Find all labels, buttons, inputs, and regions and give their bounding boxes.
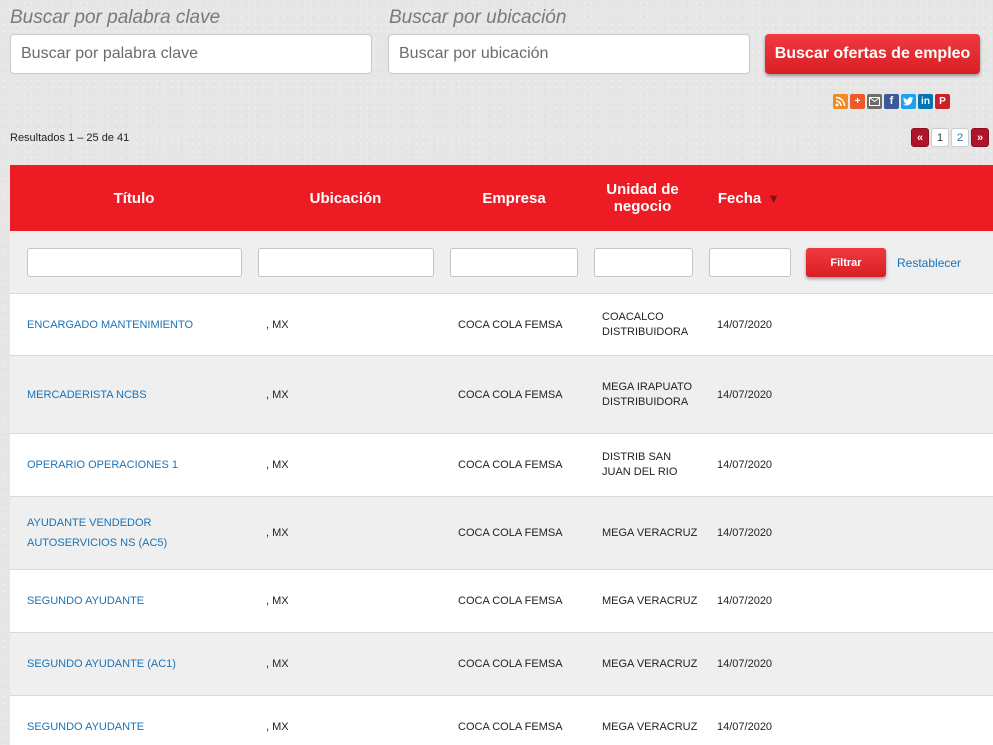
job-date: 14/07/2020 [717, 658, 773, 670]
email-icon[interactable] [867, 94, 882, 109]
next-page-button[interactable]: » [971, 128, 989, 147]
job-date: 14/07/2020 [717, 721, 773, 733]
pagination: « 1 2 » [911, 128, 989, 147]
job-business-unit: MEGA VERACRUZ [602, 594, 698, 607]
job-company: COCA COLA FEMSA [458, 658, 563, 670]
page-2-button[interactable]: 2 [951, 128, 969, 147]
facebook-icon[interactable]: f [884, 94, 899, 109]
job-business-unit: MEGA VERACRUZ [602, 657, 698, 670]
date-filter-input[interactable] [709, 248, 791, 277]
location-search-label: Buscar por ubicación [389, 7, 567, 28]
job-business-unit: MEGA VERACRUZ [602, 720, 698, 733]
job-location: , MX [266, 721, 289, 733]
filter-row: Filtrar Restablecer [10, 231, 993, 294]
results-count: Resultados 1 – 25 de 41 [10, 132, 130, 144]
keyword-search-label: Buscar por palabra clave [10, 7, 221, 28]
pinterest-icon[interactable]: P [935, 94, 950, 109]
sort-desc-icon: ▼ [767, 190, 781, 206]
search-jobs-button[interactable]: Buscar ofertas de empleo [765, 34, 980, 74]
job-title-link[interactable]: SEGUNDO AYUDANTE [27, 696, 242, 745]
job-location: , MX [266, 318, 289, 331]
job-title-link[interactable]: SEGUNDO AYUDANTE [27, 570, 242, 632]
job-date: 14/07/2020 [717, 595, 773, 607]
location-filter-input[interactable] [258, 248, 434, 277]
header-date[interactable]: Fecha ▼ [709, 165, 789, 231]
header-company[interactable]: Empresa [450, 165, 578, 231]
table-row[interactable]: ENCARGADO MANTENIMIENTO , MX COCA COLA FEM… [10, 294, 993, 356]
jobs-table: Título Ubicación Empresa Unidad de negoc… [10, 165, 993, 745]
table-row[interactable]: SEGUNDO AYUDANTE (AC1) , MX COCA COLA FEMS… [10, 633, 993, 696]
business-unit-filter-input[interactable] [594, 248, 693, 277]
share-icons: + f in P [833, 94, 950, 109]
filter-button[interactable]: Filtrar [806, 248, 886, 277]
job-date: 14/07/2020 [717, 459, 773, 471]
job-location: , MX [266, 388, 289, 401]
table-row[interactable]: AYUDANTE VENDEDOR AUTOSERVICIOS NS (AC5)… [10, 497, 993, 570]
job-location: , MX [266, 658, 289, 670]
page-1-button[interactable]: 1 [931, 128, 949, 147]
location-search-input[interactable] [388, 34, 750, 74]
job-company: COCA COLA FEMSA [458, 459, 563, 471]
job-company: COCA COLA FEMSA [458, 721, 563, 733]
header-title[interactable]: Título [10, 165, 258, 231]
job-date: 14/07/2020 [717, 527, 773, 539]
job-location: , MX [266, 527, 289, 539]
header-location[interactable]: Ubicación [258, 165, 433, 231]
job-business-unit: DISTRIB SAN JUAN DEL RIO [602, 451, 678, 478]
job-business-unit: MEGA IRAPUATO DISTRIBUIDORA [602, 380, 693, 408]
table-header: Título Ubicación Empresa Unidad de negoc… [10, 165, 993, 231]
job-company: COCA COLA FEMSA [458, 595, 563, 607]
linkedin-icon[interactable]: in [918, 94, 933, 109]
plus-icon[interactable]: + [850, 94, 865, 109]
job-business-unit: MEGA VERACRUZ [602, 526, 698, 539]
table-row[interactable]: OPERARIO OPERACIONES 1 , MX COCA COLA FEMS… [10, 434, 993, 497]
table-row[interactable]: MERCADERISTA NCBS , MX COCA COLA FEMSA MEGA… [10, 356, 993, 434]
job-title-link[interactable]: MERCADERISTA NCBS [27, 356, 242, 433]
job-company: COCA COLA FEMSA [458, 318, 563, 331]
job-title-link[interactable]: ENCARGADO MANTENIMIENTO [27, 294, 242, 355]
rss-icon[interactable] [833, 94, 848, 109]
table-row[interactable]: SEGUNDO AYUDANTE , MX COCA COLA FEMSA MEGA … [10, 570, 993, 633]
reset-link[interactable]: Restablecer [897, 256, 961, 270]
job-business-unit: COACALCO DISTRIBUIDORA [602, 310, 689, 338]
job-location: , MX [266, 459, 289, 471]
prev-page-button[interactable]: « [911, 128, 929, 147]
job-location: , MX [266, 595, 289, 607]
job-date: 14/07/2020 [717, 388, 773, 401]
job-title-link[interactable]: OPERARIO OPERACIONES 1 [27, 434, 242, 496]
job-company: COCA COLA FEMSA [458, 388, 563, 401]
job-title-link[interactable]: SEGUNDO AYUDANTE (AC1) [27, 633, 242, 695]
table-row[interactable]: SEGUNDO AYUDANTE , MX COCA COLA FEMSA MEGA … [10, 696, 993, 745]
job-date: 14/07/2020 [717, 318, 773, 331]
title-filter-input[interactable] [27, 248, 242, 277]
twitter-icon[interactable] [901, 94, 916, 109]
keyword-search-input[interactable] [10, 34, 372, 74]
job-title-link[interactable]: AYUDANTE VENDEDOR AUTOSERVICIOS NS (AC5) [27, 497, 242, 569]
header-date-label: Fecha [717, 189, 762, 207]
header-business-unit[interactable]: Unidad de negocio [595, 165, 690, 231]
company-filter-input[interactable] [450, 248, 578, 277]
job-company: COCA COLA FEMSA [458, 527, 563, 539]
